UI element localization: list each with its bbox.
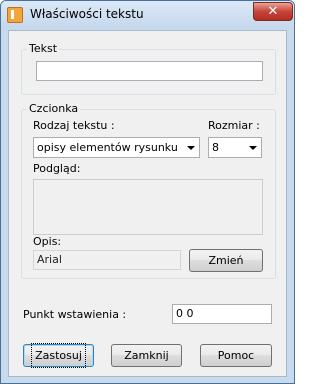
description-label: Opis: bbox=[33, 235, 62, 248]
font-type-select[interactable]: opisy elementów rysunku bbox=[33, 137, 200, 158]
change-font-button-label: Zmień bbox=[208, 254, 244, 267]
help-button-label: Pomoc bbox=[217, 349, 255, 362]
font-size-label: Rozmiar : bbox=[208, 119, 260, 132]
window-title: Właściwości tekstu bbox=[30, 7, 144, 21]
apply-button[interactable]: Zastosuj bbox=[23, 343, 94, 368]
title-bar[interactable]: Właściwości tekstu ✕ bbox=[1, 1, 294, 29]
chevron-down-icon bbox=[249, 146, 257, 150]
preview-label: Podgląd: bbox=[33, 162, 81, 175]
font-size-value: 8 bbox=[212, 141, 219, 154]
tekst-group-legend: Tekst bbox=[27, 42, 60, 55]
czcionka-group: Czcionka Rodzaj tekstu : opisy elementów… bbox=[21, 102, 276, 279]
close-dialog-button[interactable]: Zamknij bbox=[111, 344, 182, 367]
dialog-window: Właściwości tekstu ✕ Tekst Czcionka Rodz… bbox=[0, 0, 295, 384]
chevron-down-icon bbox=[187, 146, 195, 150]
font-type-value: opisy elementów rysunku bbox=[37, 141, 178, 154]
help-button[interactable]: Pomoc bbox=[200, 344, 272, 367]
close-dialog-button-label: Zamknij bbox=[124, 349, 169, 362]
close-button[interactable]: ✕ bbox=[253, 2, 293, 21]
insertion-point-input[interactable]: 0 0 bbox=[172, 304, 272, 324]
font-size-select[interactable]: 8 bbox=[208, 137, 262, 158]
font-description-field: Arial bbox=[33, 250, 181, 270]
font-preview-box bbox=[33, 179, 263, 235]
app-icon bbox=[7, 7, 23, 23]
change-font-button[interactable]: Zmień bbox=[189, 249, 263, 272]
insertion-point-label: Punkt wstawienia : bbox=[23, 308, 127, 321]
tekst-group: Tekst bbox=[21, 42, 276, 95]
dialog-client-area: Tekst Czcionka Rodzaj tekstu : opisy ele… bbox=[8, 30, 287, 377]
czcionka-group-legend: Czcionka bbox=[27, 102, 81, 115]
tekst-input[interactable] bbox=[36, 61, 263, 81]
font-type-label: Rodzaj tekstu : bbox=[33, 119, 115, 132]
apply-button-label: Zastosuj bbox=[31, 343, 86, 368]
